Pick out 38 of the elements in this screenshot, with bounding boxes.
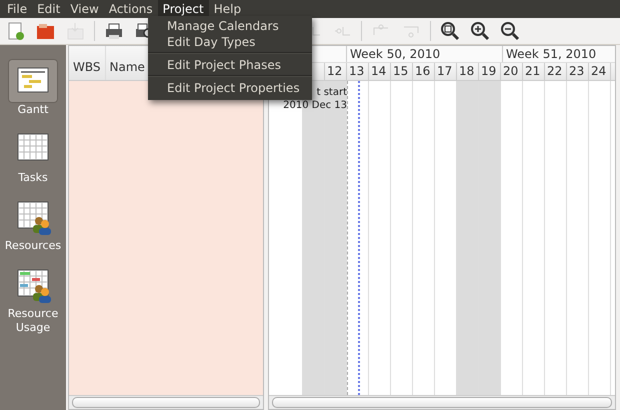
day-header: 22 bbox=[545, 63, 567, 80]
sidebar-item[interactable]: Resource Usage bbox=[5, 263, 61, 339]
day-header: 14 bbox=[369, 63, 391, 80]
sidebar-item[interactable]: Resources bbox=[5, 195, 61, 257]
horizontal-scrollbar[interactable] bbox=[269, 395, 615, 409]
menu-item[interactable]: Edit Project Phases bbox=[148, 57, 312, 73]
day-header: 15 bbox=[391, 63, 413, 80]
day-header: 12 bbox=[325, 63, 347, 80]
menu-item[interactable]: Actions bbox=[104, 0, 158, 18]
zoom-in-icon[interactable] bbox=[470, 21, 490, 41]
resources-icon bbox=[15, 199, 51, 235]
folder-icon[interactable] bbox=[35, 21, 55, 41]
day-header: 16 bbox=[413, 63, 435, 80]
zoom-fit-icon[interactable] bbox=[440, 21, 460, 41]
project-start-label: 2010 Dec 13 bbox=[283, 99, 347, 112]
day-header: 18 bbox=[457, 63, 479, 80]
day-header: 24 bbox=[589, 63, 611, 80]
printer-icon[interactable] bbox=[104, 21, 124, 41]
menu-item[interactable]: View bbox=[65, 0, 104, 18]
day-header: 21 bbox=[523, 63, 545, 80]
menu-item[interactable]: Help bbox=[208, 0, 246, 18]
day-header: 13 bbox=[347, 63, 369, 80]
week-header: Week 51, 2010 bbox=[502, 46, 615, 62]
sidebar-item[interactable]: Tasks bbox=[5, 127, 61, 189]
column-header[interactable]: WBS bbox=[69, 46, 106, 80]
horizontal-scrollbar[interactable] bbox=[69, 395, 263, 409]
day-header: 20 bbox=[501, 63, 523, 80]
menu-item[interactable]: Manage Calendars bbox=[148, 18, 312, 34]
day-header: 19 bbox=[479, 63, 501, 80]
day-header: 23 bbox=[567, 63, 589, 80]
menu-item[interactable]: File bbox=[2, 0, 32, 18]
menu-item[interactable]: Edit bbox=[32, 0, 66, 18]
week-header: Week 50, 2010 bbox=[346, 46, 502, 62]
menu-item[interactable]: Edit Project Properties bbox=[148, 80, 312, 96]
menu-item[interactable]: Edit Day Types bbox=[148, 34, 312, 50]
day-header: 17 bbox=[435, 63, 457, 80]
resource-usage-icon bbox=[15, 267, 51, 303]
zoom-out-icon[interactable] bbox=[500, 21, 520, 41]
